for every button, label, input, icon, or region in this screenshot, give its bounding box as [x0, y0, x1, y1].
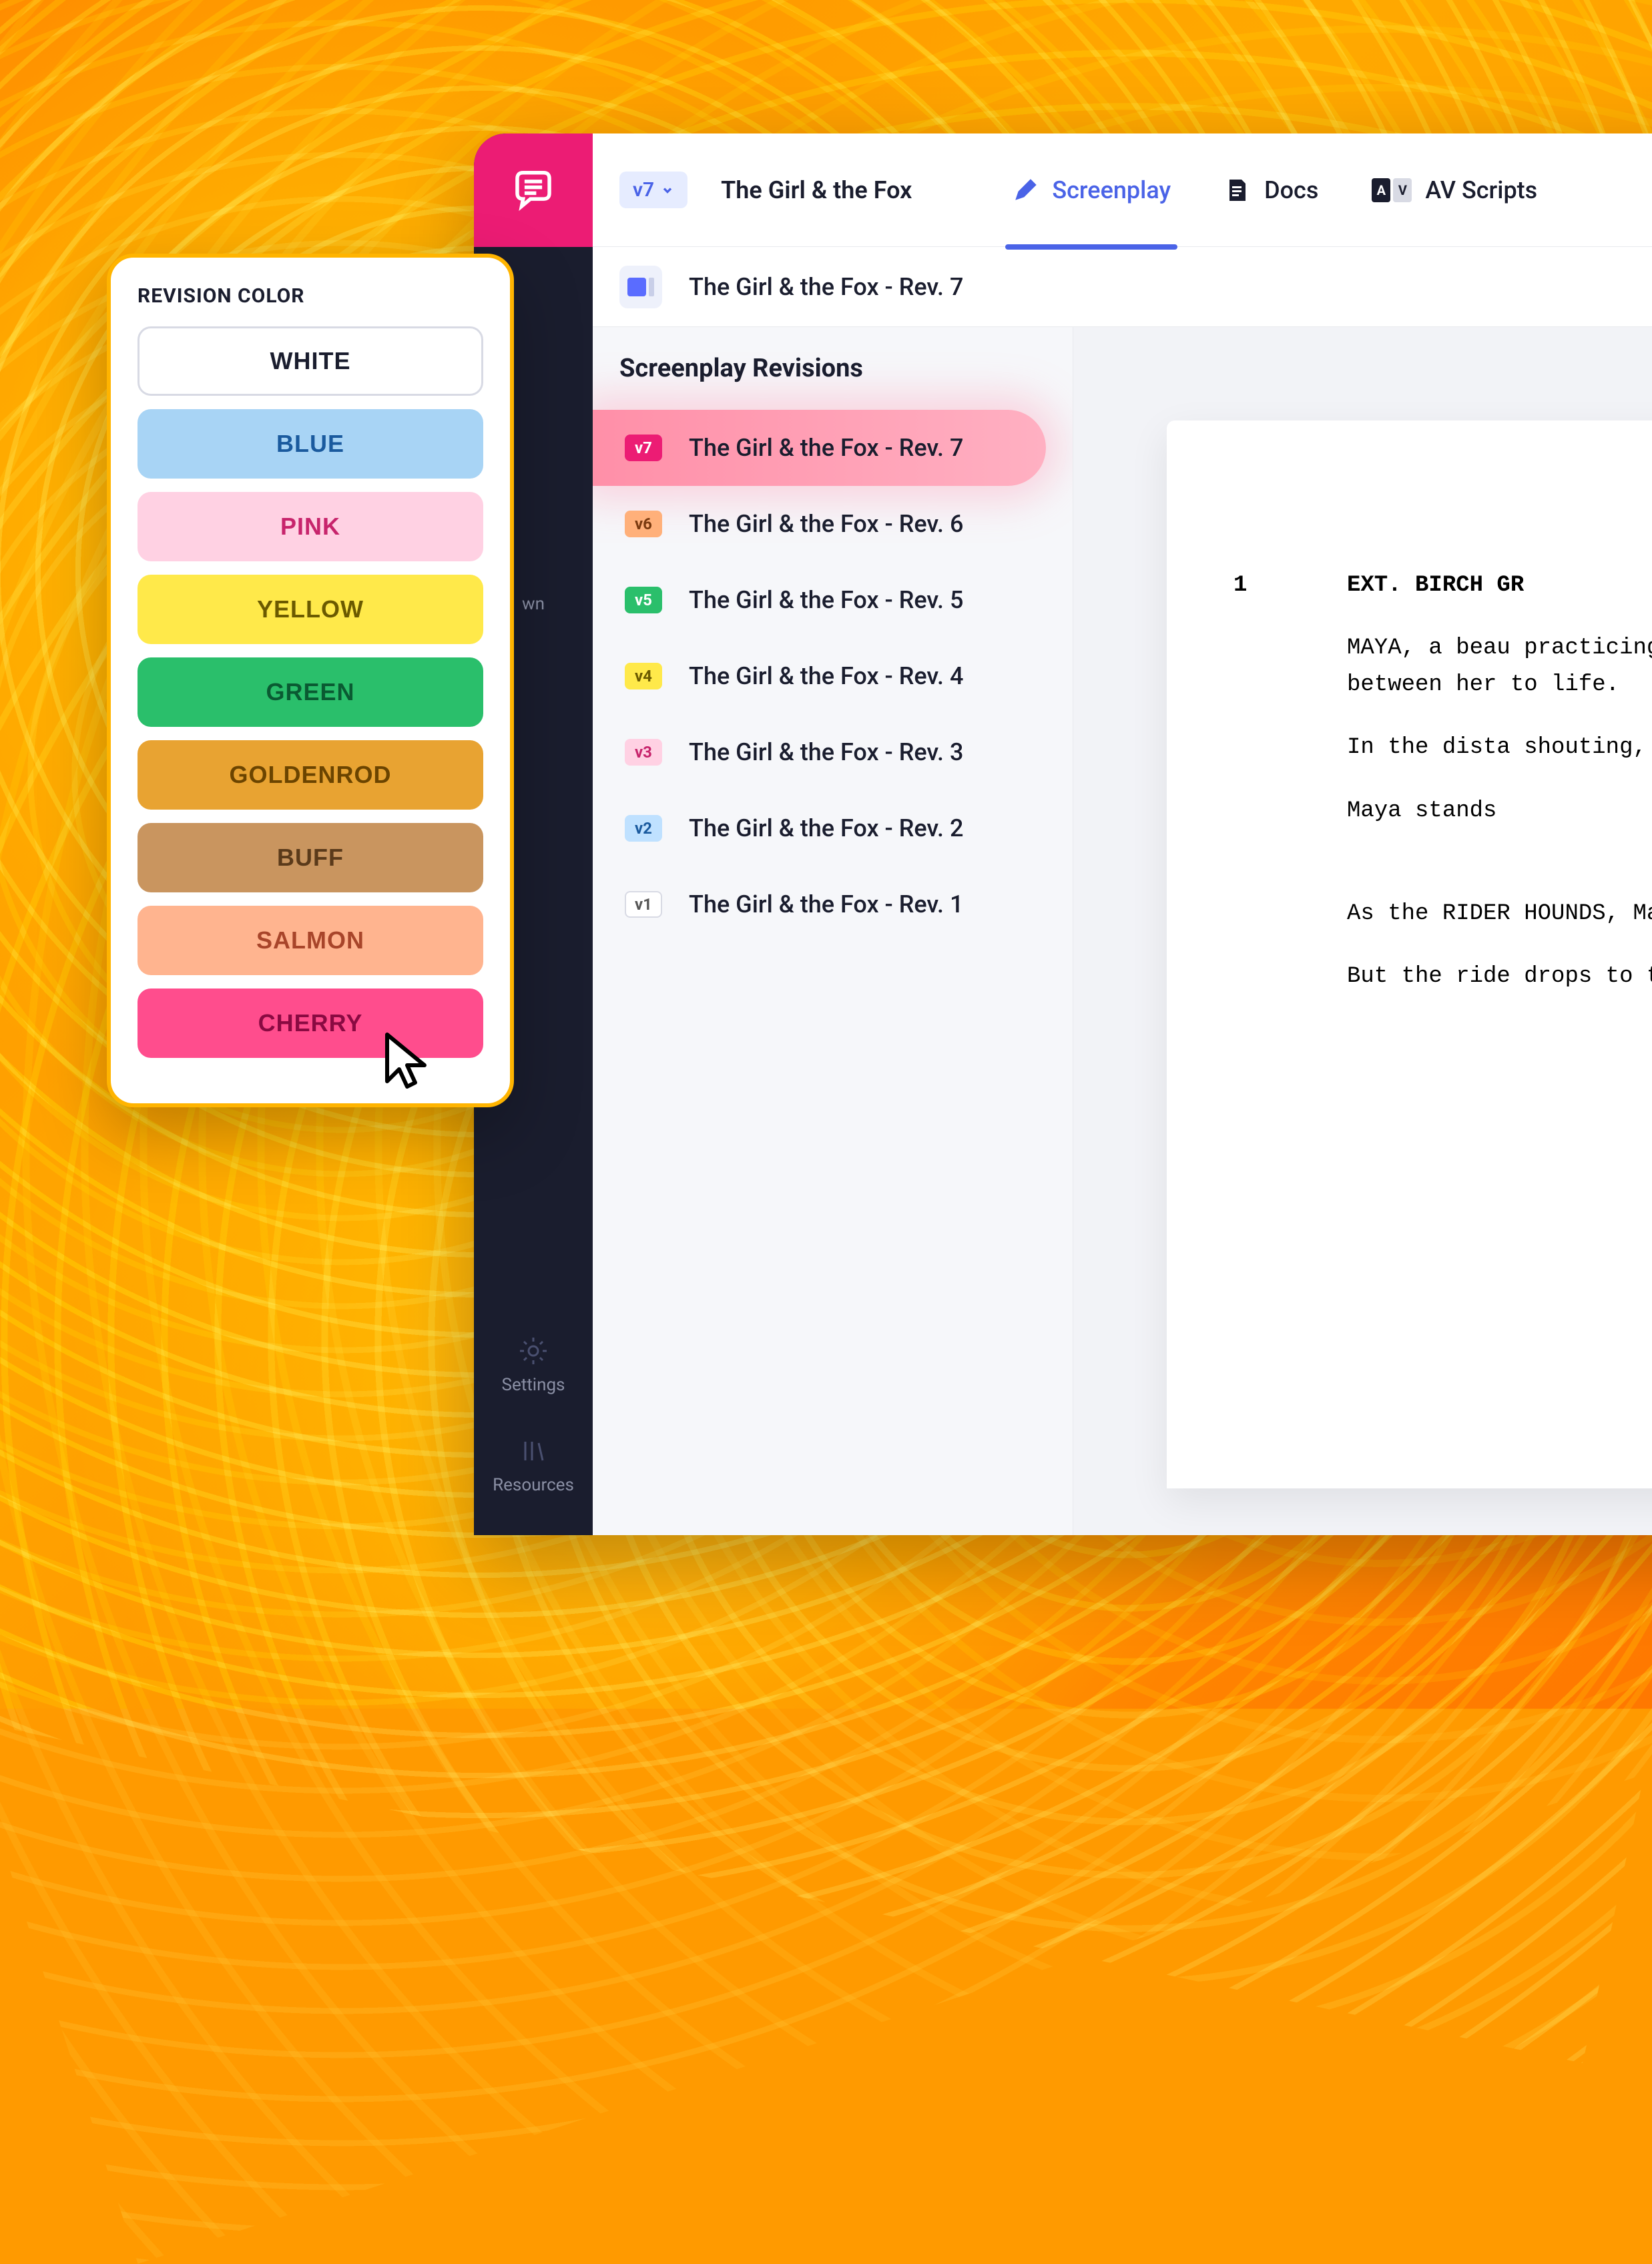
revisions-panel: Screenplay Revisions v7 The Girl & the Fo… — [593, 327, 1073, 1535]
script-paragraph: In the dista shouting, ho — [1347, 730, 1652, 766]
version-chip[interactable]: v7 — [619, 172, 687, 208]
revision-item[interactable]: v7 The Girl & the Fox - Rev. 7 — [593, 410, 1046, 486]
color-option-buff[interactable]: BUFF — [137, 823, 483, 892]
revision-label: The Girl & the Fox - Rev. 7 — [689, 434, 963, 462]
revision-label: The Girl & the Fox - Rev. 3 — [689, 738, 963, 766]
slugline: EXT. BIRCH GR — [1347, 567, 1652, 603]
sidebar-settings-label: Settings — [502, 1375, 565, 1395]
revision-badge: v2 — [625, 815, 662, 842]
revision-item[interactable]: v1 The Girl & the Fox - Rev. 1 — [593, 866, 1073, 942]
gear-icon — [517, 1335, 549, 1367]
cursor-pointer-icon — [374, 1028, 441, 1095]
color-option-green[interactable]: GREEN — [137, 657, 483, 727]
scene-number: 1 — [1233, 567, 1247, 603]
revision-label: The Girl & the Fox - Rev. 1 — [689, 890, 963, 918]
revision-item[interactable]: v3 The Girl & the Fox - Rev. 3 — [593, 714, 1073, 790]
revision-badge: v6 — [625, 511, 662, 537]
document-title: The Girl & the Fox - Rev. 7 — [689, 273, 963, 301]
revision-color-popover: REVISION COLOR WHITE BLUE PINK YELLOW GREEN G… — [107, 254, 514, 1107]
script-page[interactable]: 1 EXT. BIRCH GR MAYA, a beau practicing … — [1167, 420, 1652, 1488]
color-option-salmon[interactable]: SALMON — [137, 906, 483, 975]
script-paragraph: MAYA, a beau practicing he FLOWER and wh… — [1347, 630, 1652, 703]
script-paragraph: As the RIDER HOUNDS, Maya stop them. — [1347, 896, 1652, 932]
revisions-heading: Screenplay Revisions — [593, 354, 1073, 410]
revision-label: The Girl & the Fox - Rev. 2 — [689, 814, 963, 842]
app-logo[interactable] — [474, 133, 593, 247]
sidebar-breakdown-label-fragment: wn — [522, 594, 545, 614]
tab-avscripts[interactable]: AV AV Scripts — [1372, 163, 1537, 218]
revision-badge: v5 — [625, 587, 662, 613]
chevron-down-icon — [661, 184, 674, 197]
revision-badge: v1 — [625, 891, 662, 918]
version-chip-label: v7 — [633, 178, 654, 202]
doc-layout-icon[interactable] — [619, 266, 662, 308]
color-list: WHITE BLUE PINK YELLOW GREEN GOLDENROD BUFF SAL… — [137, 326, 483, 1071]
script-page-area: 1 EXT. BIRCH GR MAYA, a beau practicing … — [1073, 327, 1652, 1535]
revisions-list: v7 The Girl & the Fox - Rev. 7 v6 The Girl … — [593, 410, 1073, 942]
color-option-pink[interactable]: PINK — [137, 492, 483, 561]
app-window: wn Settings Resources v7 The Gir — [474, 133, 1652, 1535]
tab-avscripts-label: AV Scripts — [1425, 176, 1537, 204]
subbar: The Girl & the Fox - Rev. 7 — [593, 247, 1652, 327]
revision-label: The Girl & the Fox - Rev. 4 — [689, 662, 963, 690]
tab-docs[interactable]: Docs — [1224, 163, 1318, 218]
av-icon: AV — [1372, 178, 1412, 202]
revision-badge: v3 — [625, 739, 662, 766]
sidebar-resources-label: Resources — [493, 1475, 574, 1495]
topbar: v7 The Girl & the Fox Screenplay Docs AV — [593, 133, 1652, 247]
revision-badge: v4 — [625, 663, 662, 689]
main-column: v7 The Girl & the Fox Screenplay Docs AV — [593, 133, 1652, 1535]
sidebar-item-settings[interactable]: Settings — [502, 1335, 565, 1395]
color-option-yellow[interactable]: YELLOW — [137, 575, 483, 644]
project-title: The Girl & the Fox — [721, 176, 912, 204]
document-icon — [1224, 177, 1251, 204]
sidebar-item-resources[interactable]: Resources — [493, 1435, 574, 1495]
pencil-icon — [1012, 177, 1039, 204]
revision-item[interactable]: v6 The Girl & the Fox - Rev. 6 — [593, 486, 1073, 562]
revision-item[interactable]: v2 The Girl & the Fox - Rev. 2 — [593, 790, 1073, 866]
revision-item[interactable]: v4 The Girl & the Fox - Rev. 4 — [593, 638, 1073, 714]
script-paragraph: But the ride drops to the — [1347, 958, 1652, 995]
script-paragraph: Maya stands — [1347, 793, 1652, 829]
revision-label: The Girl & the Fox - Rev. 5 — [689, 586, 963, 614]
chat-bubble-icon — [510, 167, 557, 214]
topbar-tabs: Screenplay Docs AV AV Scripts — [1012, 163, 1537, 218]
revision-item[interactable]: v5 The Girl & the Fox - Rev. 5 — [593, 562, 1073, 638]
books-icon — [517, 1435, 549, 1467]
tab-docs-label: Docs — [1264, 176, 1318, 204]
color-option-white[interactable]: WHITE — [137, 326, 483, 396]
revision-label: The Girl & the Fox - Rev. 6 — [689, 510, 963, 538]
tab-screenplay-label: Screenplay — [1052, 176, 1171, 204]
tab-screenplay[interactable]: Screenplay — [1012, 163, 1171, 218]
color-option-goldenrod[interactable]: GOLDENROD — [137, 740, 483, 810]
color-option-blue[interactable]: BLUE — [137, 409, 483, 479]
revision-badge: v7 — [625, 435, 662, 461]
content-row: Screenplay Revisions v7 The Girl & the Fo… — [593, 327, 1652, 1535]
popover-title: REVISION COLOR — [137, 284, 483, 308]
